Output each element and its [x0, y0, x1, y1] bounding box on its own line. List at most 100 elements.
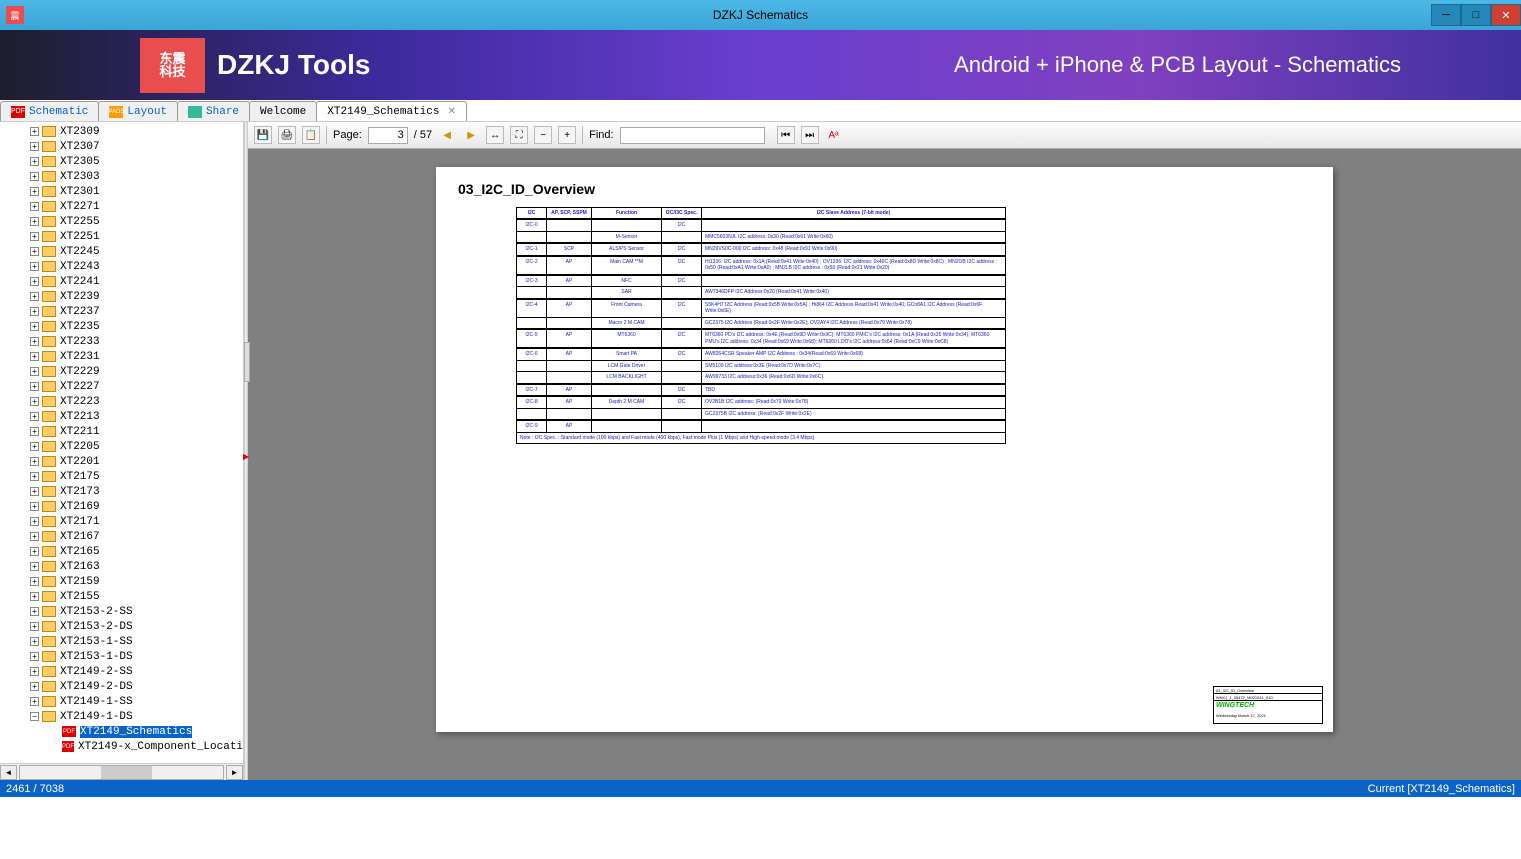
next-page-button[interactable]: ▶	[462, 126, 480, 144]
expand-icon[interactable]: +	[30, 157, 39, 166]
tree-item[interactable]: +XT2309	[0, 124, 243, 139]
tree-item[interactable]: +XT2165	[0, 544, 243, 559]
tree-child-item[interactable]: PDFXT2149-x_Component_Locati	[0, 739, 243, 754]
tree-item[interactable]: +XT2155	[0, 589, 243, 604]
tree-item[interactable]: +XT2229	[0, 364, 243, 379]
tree-item[interactable]: +XT2303	[0, 169, 243, 184]
tree-item[interactable]: +XT2231	[0, 349, 243, 364]
tree-item[interactable]: −XT2149-1-DS	[0, 709, 243, 724]
tree-item[interactable]: +XT2149-1-SS	[0, 694, 243, 709]
tree-item[interactable]: +XT2153-2-SS	[0, 604, 243, 619]
expand-icon[interactable]: +	[30, 622, 39, 631]
expand-icon[interactable]: +	[30, 217, 39, 226]
zoom-out-button[interactable]: −	[534, 126, 552, 144]
expand-icon[interactable]: +	[30, 577, 39, 586]
expand-icon[interactable]: +	[30, 457, 39, 466]
tab-share[interactable]: Share	[177, 101, 250, 121]
tree-child-item[interactable]: PDFXT2149_Schematics	[0, 724, 243, 739]
expand-icon[interactable]: +	[30, 277, 39, 286]
save-button[interactable]: 💾	[254, 126, 272, 144]
tree-item[interactable]: +XT2307	[0, 139, 243, 154]
tree-item[interactable]: +XT2153-1-DS	[0, 649, 243, 664]
tree-item[interactable]: +XT2227	[0, 379, 243, 394]
minimize-button[interactable]: ─	[1431, 4, 1461, 26]
expand-icon[interactable]: +	[30, 262, 39, 271]
expand-icon[interactable]: +	[30, 232, 39, 241]
pdf-viewport[interactable]: 03_I2C_ID_Overview I2CAP, SCP, SSPMFunct…	[248, 149, 1521, 780]
fit-width-button[interactable]: ↔	[486, 126, 504, 144]
expand-icon[interactable]: +	[30, 352, 39, 361]
tree-item[interactable]: +XT2245	[0, 244, 243, 259]
tree-item[interactable]: +XT2301	[0, 184, 243, 199]
expand-icon[interactable]: +	[30, 517, 39, 526]
tree-item[interactable]: +XT2205	[0, 439, 243, 454]
scroll-right-icon[interactable]: ►	[226, 765, 243, 780]
collapse-icon[interactable]: −	[30, 712, 39, 721]
copy-button[interactable]: 📋	[302, 126, 320, 144]
find-highlight-button[interactable]: Aᵃ	[825, 126, 843, 144]
tree-item[interactable]: +XT2169	[0, 499, 243, 514]
tree-item[interactable]: +XT2201	[0, 454, 243, 469]
tree-hscrollbar[interactable]: ◄ ►	[0, 763, 243, 780]
expand-icon[interactable]: +	[30, 532, 39, 541]
tree[interactable]: +XT2309+XT2307+XT2305+XT2303+XT2301+XT22…	[0, 122, 243, 763]
find-prev-button[interactable]: ⏮	[777, 126, 795, 144]
page-input[interactable]	[368, 127, 408, 144]
expand-icon[interactable]: +	[30, 337, 39, 346]
expand-icon[interactable]: +	[30, 637, 39, 646]
expand-icon[interactable]: +	[30, 487, 39, 496]
tree-item[interactable]: +XT2213	[0, 409, 243, 424]
tree-item[interactable]: +XT2251	[0, 229, 243, 244]
tree-item[interactable]: +XT2167	[0, 529, 243, 544]
expand-icon[interactable]: +	[30, 382, 39, 391]
tree-item[interactable]: +XT2153-1-SS	[0, 634, 243, 649]
tree-item[interactable]: +XT2211	[0, 424, 243, 439]
expand-icon[interactable]: +	[30, 562, 39, 571]
tree-item[interactable]: +XT2153-2-DS	[0, 619, 243, 634]
expand-icon[interactable]: +	[30, 307, 39, 316]
fit-page-button[interactable]: ⛶	[510, 126, 528, 144]
expand-icon[interactable]: +	[30, 592, 39, 601]
expand-icon[interactable]: +	[30, 367, 39, 376]
tree-item[interactable]: +XT2233	[0, 334, 243, 349]
tree-item[interactable]: +XT2223	[0, 394, 243, 409]
tree-item[interactable]: +XT2171	[0, 514, 243, 529]
maximize-button[interactable]: □	[1461, 4, 1491, 26]
close-button[interactable]: ✕	[1491, 4, 1521, 26]
expand-icon[interactable]: +	[30, 652, 39, 661]
expand-icon[interactable]: +	[30, 667, 39, 676]
find-input[interactable]	[620, 127, 765, 144]
tab-close-icon[interactable]: ✕	[447, 106, 455, 117]
expand-icon[interactable]: +	[30, 442, 39, 451]
scroll-left-icon[interactable]: ◄	[0, 765, 17, 780]
splitter[interactable]: ▶	[244, 122, 248, 780]
tree-item[interactable]: +XT2175	[0, 469, 243, 484]
expand-icon[interactable]: +	[30, 682, 39, 691]
tree-item[interactable]: +XT2271	[0, 199, 243, 214]
tree-item[interactable]: +XT2149-2-DS	[0, 679, 243, 694]
scroll-thumb[interactable]	[19, 765, 224, 780]
tree-item[interactable]: +XT2235	[0, 319, 243, 334]
expand-icon[interactable]: +	[30, 607, 39, 616]
tree-item[interactable]: +XT2159	[0, 574, 243, 589]
tab-active-document[interactable]: XT2149_Schematics ✕	[316, 101, 467, 121]
tree-item[interactable]: +XT2239	[0, 289, 243, 304]
tree-item[interactable]: +XT2255	[0, 214, 243, 229]
tree-item[interactable]: +XT2149-2-SS	[0, 664, 243, 679]
tab-layout[interactable]: PADS Layout	[98, 101, 178, 121]
expand-icon[interactable]: +	[30, 172, 39, 181]
expand-icon[interactable]: +	[30, 322, 39, 331]
expand-icon[interactable]: +	[30, 427, 39, 436]
print-button[interactable]: 🖨	[278, 126, 296, 144]
expand-icon[interactable]: +	[30, 412, 39, 421]
expand-icon[interactable]: +	[30, 292, 39, 301]
tab-schematic[interactable]: PDF Schematic	[0, 101, 99, 121]
tree-item[interactable]: +XT2163	[0, 559, 243, 574]
expand-icon[interactable]: +	[30, 142, 39, 151]
expand-icon[interactable]: +	[30, 502, 39, 511]
tree-item[interactable]: +XT2237	[0, 304, 243, 319]
find-next-button[interactable]: ⏭	[801, 126, 819, 144]
tree-item[interactable]: +XT2305	[0, 154, 243, 169]
expand-icon[interactable]: +	[30, 187, 39, 196]
expand-icon[interactable]: +	[30, 472, 39, 481]
